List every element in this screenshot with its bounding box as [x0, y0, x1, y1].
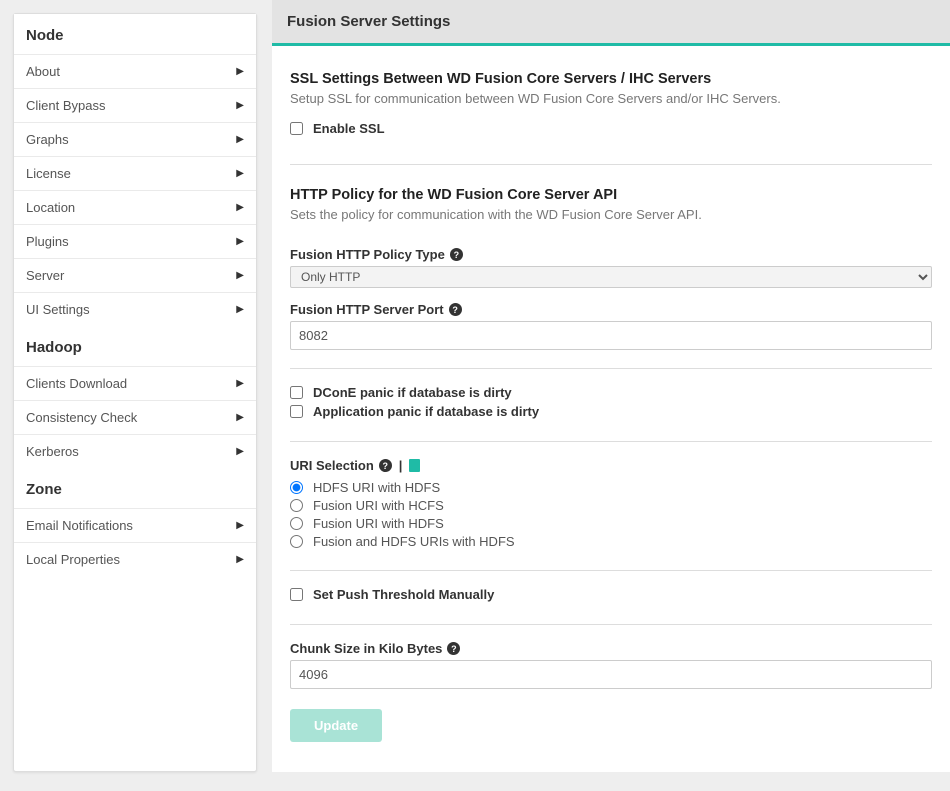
chevron-right-icon: ▶ [236, 446, 244, 457]
push-threshold-label: Set Push Threshold Manually [313, 587, 494, 602]
help-icon[interactable]: ? [379, 459, 392, 472]
sidebar-section-hadoop: Hadoop [14, 326, 256, 366]
sidebar-item-label: About [26, 64, 60, 79]
ssl-title: SSL Settings Between WD Fusion Core Serv… [290, 71, 932, 87]
chevron-right-icon: ▶ [236, 168, 244, 179]
sidebar-item-clients-download[interactable]: Clients Download ▶ [14, 366, 256, 400]
server-port-input[interactable] [290, 321, 932, 350]
main-content: Fusion Server Settings SSL Settings Betw… [272, 0, 950, 772]
chunk-size-label: Chunk Size in Kilo Bytes [290, 641, 442, 656]
sidebar-item-label: Clients Download [26, 376, 127, 391]
sidebar-item-label: Email Notifications [26, 518, 133, 533]
sidebar-item-license[interactable]: License ▶ [14, 156, 256, 190]
update-button[interactable]: Update [290, 709, 382, 742]
chevron-right-icon: ▶ [236, 202, 244, 213]
uri-option-label: Fusion and HDFS URIs with HDFS [313, 534, 515, 549]
sidebar-item-label: Server [26, 268, 64, 283]
separator: | [399, 458, 403, 473]
sidebar-item-label: License [26, 166, 71, 181]
sidebar-item-local-properties[interactable]: Local Properties ▶ [14, 542, 256, 576]
chevron-right-icon: ▶ [236, 554, 244, 565]
policy-type-label: Fusion HTTP Policy Type [290, 247, 445, 262]
sidebar: Node About ▶ Client Bypass ▶ Graphs ▶ Licen… [13, 13, 257, 772]
uri-option-fusion-and-hdfs[interactable] [290, 535, 303, 548]
sidebar-item-label: Consistency Check [26, 410, 137, 425]
uri-option-label: Fusion URI with HCFS [313, 498, 444, 513]
uri-option-label: Fusion URI with HDFS [313, 516, 444, 531]
sidebar-item-kerberos[interactable]: Kerberos ▶ [14, 434, 256, 468]
chevron-right-icon: ▶ [236, 304, 244, 315]
uri-option-fusion-hdfs[interactable] [290, 517, 303, 530]
sidebar-item-client-bypass[interactable]: Client Bypass ▶ [14, 88, 256, 122]
sidebar-item-location[interactable]: Location ▶ [14, 190, 256, 224]
push-threshold-checkbox[interactable] [290, 588, 303, 601]
sidebar-item-about[interactable]: About ▶ [14, 54, 256, 88]
chevron-right-icon: ▶ [236, 412, 244, 423]
help-icon[interactable]: ? [449, 303, 462, 316]
uri-selection-label: URI Selection [290, 458, 374, 473]
uri-option-fusion-hcfs[interactable] [290, 499, 303, 512]
policy-type-select[interactable]: Only HTTP [290, 266, 932, 288]
dcone-panic-checkbox[interactable] [290, 386, 303, 399]
help-icon[interactable]: ? [447, 642, 460, 655]
chunk-size-input[interactable] [290, 660, 932, 689]
sidebar-item-label: Location [26, 200, 75, 215]
uri-option-hdfs-hdfs[interactable] [290, 481, 303, 494]
chevron-right-icon: ▶ [236, 134, 244, 145]
sidebar-section-zone: Zone [14, 468, 256, 508]
chevron-right-icon: ▶ [236, 520, 244, 531]
chevron-right-icon: ▶ [236, 270, 244, 281]
app-panic-checkbox[interactable] [290, 405, 303, 418]
server-port-label: Fusion HTTP Server Port [290, 302, 444, 317]
sidebar-item-label: Kerberos [26, 444, 79, 459]
sidebar-item-email-notifications[interactable]: Email Notifications ▶ [14, 508, 256, 542]
sidebar-item-label: Graphs [26, 132, 69, 147]
app-panic-label: Application panic if database is dirty [313, 404, 539, 419]
http-policy-section: HTTP Policy for the WD Fusion Core Serve… [290, 187, 932, 742]
help-icon[interactable]: ? [450, 248, 463, 261]
sidebar-item-ui-settings[interactable]: UI Settings ▶ [14, 292, 256, 326]
sidebar-item-label: Local Properties [26, 552, 120, 567]
sidebar-item-graphs[interactable]: Graphs ▶ [14, 122, 256, 156]
chevron-right-icon: ▶ [236, 378, 244, 389]
ssl-section: SSL Settings Between WD Fusion Core Serv… [290, 71, 932, 165]
dcone-panic-label: DConE panic if database is dirty [313, 385, 512, 400]
sidebar-item-label: Plugins [26, 234, 69, 249]
http-title: HTTP Policy for the WD Fusion Core Serve… [290, 187, 932, 203]
http-desc: Sets the policy for communication with t… [290, 207, 932, 222]
chevron-right-icon: ▶ [236, 236, 244, 247]
chevron-right-icon: ▶ [236, 66, 244, 77]
book-icon[interactable] [409, 459, 420, 472]
chevron-right-icon: ▶ [236, 100, 244, 111]
sidebar-item-plugins[interactable]: Plugins ▶ [14, 224, 256, 258]
enable-ssl-label: Enable SSL [313, 121, 385, 136]
sidebar-item-server[interactable]: Server ▶ [14, 258, 256, 292]
page-title: Fusion Server Settings [272, 0, 950, 46]
enable-ssl-checkbox[interactable] [290, 122, 303, 135]
sidebar-item-label: UI Settings [26, 302, 90, 317]
ssl-desc: Setup SSL for communication between WD F… [290, 91, 932, 106]
sidebar-item-consistency-check[interactable]: Consistency Check ▶ [14, 400, 256, 434]
sidebar-item-label: Client Bypass [26, 98, 105, 113]
uri-option-label: HDFS URI with HDFS [313, 480, 440, 495]
sidebar-section-node: Node [14, 14, 256, 54]
